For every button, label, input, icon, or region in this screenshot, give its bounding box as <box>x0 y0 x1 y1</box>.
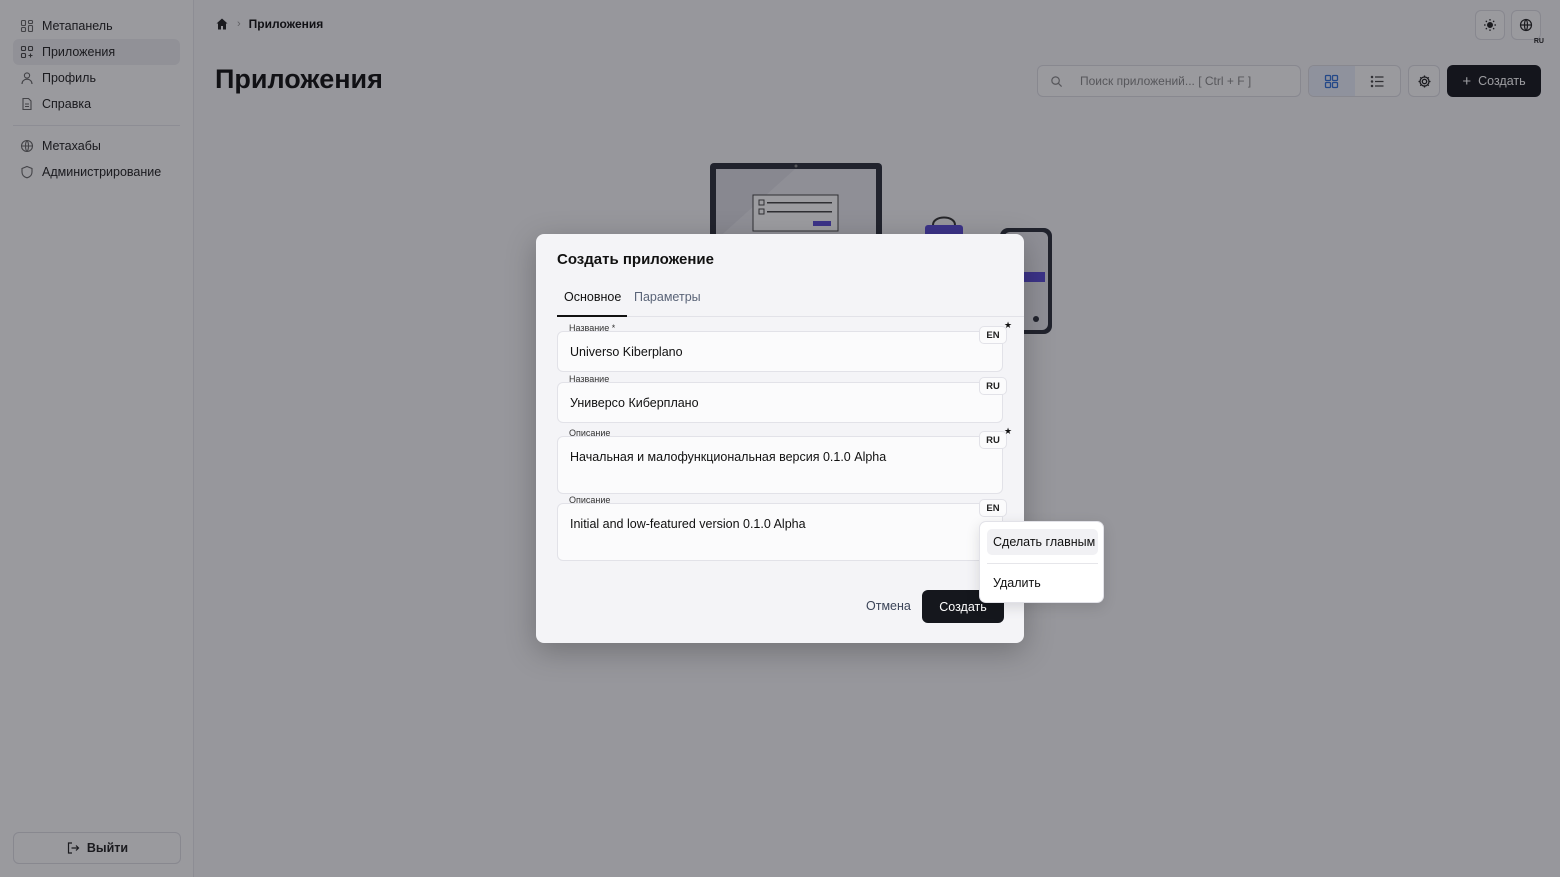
active-tab-indicator <box>557 315 627 317</box>
tab-parameters[interactable]: Параметры <box>634 290 701 304</box>
field-label: Описание <box>569 428 611 438</box>
field-value: Initial and low-featured version 0.1.0 A… <box>570 517 806 531</box>
lang-chip-en[interactable]: EN <box>979 326 1007 344</box>
lang-chip-ru[interactable]: RU <box>979 431 1007 449</box>
description-field-ru[interactable]: Описание Начальная и малофункциональная … <box>557 428 1003 494</box>
lang-chip-ru[interactable]: RU <box>979 377 1007 395</box>
description-field-en[interactable]: Описание Initial and low-featured versio… <box>557 495 1003 561</box>
cancel-button[interactable]: Отмена <box>866 599 911 613</box>
lang-chip-en[interactable]: EN <box>979 499 1007 517</box>
menu-divider <box>987 563 1098 564</box>
menu-item-delete[interactable]: Удалить <box>987 570 1098 596</box>
submit-label: Создать <box>939 599 987 614</box>
field-value: Универсо Киберплано <box>570 396 699 410</box>
language-context-menu: Сделать главным Удалить <box>979 521 1104 603</box>
field-value: Universo Kiberplano <box>570 345 683 359</box>
menu-item-make-primary[interactable]: Сделать главным <box>987 529 1098 555</box>
field-label: Описание <box>569 495 611 505</box>
dialog-tabs: Основное Параметры <box>557 284 1024 317</box>
field-label: Название <box>569 374 610 384</box>
field-value: Начальная и малофункциональная версия 0.… <box>570 450 887 464</box>
tab-general[interactable]: Основное <box>564 290 621 304</box>
dialog-title: Создать приложение <box>557 251 714 268</box>
primary-star-icon: ★ <box>1004 426 1013 436</box>
field-label: Название * <box>569 323 616 333</box>
name-field-en[interactable]: Название * Universo Kiberplano <box>557 323 1003 372</box>
name-field-ru[interactable]: Название Универсо Киберплано <box>557 374 1003 423</box>
primary-star-icon: ★ <box>1004 320 1013 330</box>
